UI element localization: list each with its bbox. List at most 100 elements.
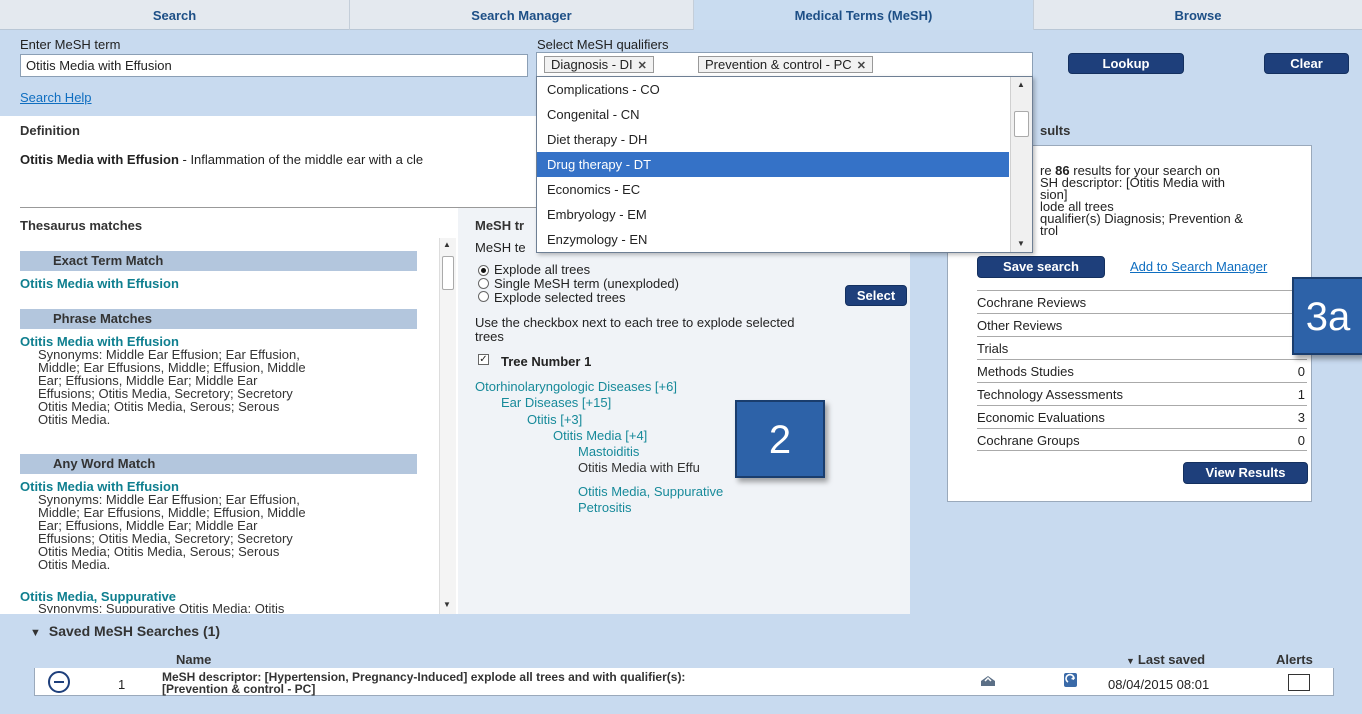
single-term-label: Single MeSH term (unexploded) [494, 276, 679, 291]
results-summary-line: SH descriptor: [Otitis Media with [1040, 175, 1225, 190]
scroll-down-icon[interactable]: ▼ [443, 600, 451, 609]
result-label: Other Reviews [977, 318, 1063, 333]
col-last-saved-label: Last saved [1137, 652, 1206, 667]
qualifier-option-congenital[interactable]: Congenital - CN [537, 102, 1009, 127]
qualifier-tag-diagnosis: Diagnosis - DI ✕ [544, 56, 654, 73]
result-count: 3 [1297, 410, 1305, 425]
qualifiers-select[interactable]: Diagnosis - DI ✕ Prevention & control - P… [536, 52, 1033, 77]
result-row-methods-studies[interactable]: Methods Studies 0 [977, 359, 1307, 382]
clear-button[interactable]: Clear [1264, 53, 1349, 74]
synonym-line: Otitis Media. [38, 412, 111, 427]
result-row-technology-assessments[interactable]: Technology Assessments 1 [977, 382, 1307, 405]
result-count: 0 [1297, 364, 1305, 379]
results-heading: sults [1040, 123, 1071, 138]
synonym-line: Otitis Media. [38, 557, 111, 572]
tree-heading: MeSH tr [475, 218, 525, 233]
select-button[interactable]: Select [845, 285, 907, 306]
phrase-synonyms: Synonyms: Middle Ear Effusion; Ear Effus… [38, 348, 306, 426]
saved-searches-heading[interactable]: ▼ Saved MeSH Searches (1) [30, 623, 220, 639]
run-search-icon[interactable] [979, 672, 997, 688]
scroll-thumb[interactable] [1014, 111, 1029, 137]
qualifiers-label: Select MeSH qualifiers [537, 37, 669, 52]
thesaurus-heading: Thesaurus matches [20, 218, 143, 233]
results-summary-line: trol [1040, 223, 1059, 238]
qualifier-option-embryology[interactable]: Embryology - EM [537, 202, 1009, 227]
tab-bar: Search Search Manager Medical Terms (MeS… [0, 0, 1362, 30]
definition-body: - Inflammation of the middle ear with a … [178, 152, 424, 167]
sort-down-icon: ▼ [1126, 656, 1135, 666]
tree-node-otitis[interactable]: Otitis [+3] [527, 412, 582, 427]
edit-search-icon[interactable] [1062, 671, 1080, 689]
tree-1-checkbox[interactable]: ✓ [478, 354, 489, 365]
result-row-trials[interactable]: Trials7 [977, 336, 1307, 359]
any-word-synonyms-2: Synonyms: Suppurative Otitis Media; Otit… [38, 602, 285, 613]
saved-search-name-line: [Prevention & control - PC] [162, 682, 316, 696]
alert-checkbox[interactable] [1288, 674, 1310, 691]
save-search-button[interactable]: Save search [977, 256, 1105, 278]
tab-search-manager[interactable]: Search Manager [350, 0, 694, 30]
qualifier-option-complications[interactable]: Complications - CO [537, 77, 1009, 102]
tree-number-label: Tree Number 1 [501, 354, 592, 369]
saved-search-name[interactable]: MeSH descriptor: [Hypertension, Pregnanc… [162, 671, 685, 695]
remove-search-icon[interactable] [48, 671, 70, 693]
saved-row-index: 1 [118, 677, 126, 692]
results-summary-line: qualifier(s) Diagnosis; Prevention & [1040, 211, 1244, 226]
add-to-search-manager-link[interactable]: Add to Search Manager [1130, 259, 1267, 274]
mesh-term-label: Enter MeSH term [20, 37, 121, 52]
thesaurus-scrollbar[interactable]: ▲ ▼ [439, 238, 456, 614]
tree-node-ear-diseases[interactable]: Ear Diseases [+15] [501, 395, 611, 410]
collapse-triangle-icon[interactable]: ▼ [30, 627, 41, 639]
scroll-up-icon[interactable]: ▲ [1017, 80, 1025, 89]
qualifier-tag-label: Diagnosis - DI [551, 57, 633, 72]
qualifiers-dropdown: Complications - CO Congenital - CN Diet … [536, 76, 1033, 253]
result-row-other-reviews[interactable]: Other Reviews [977, 313, 1307, 336]
explode-selected-radio[interactable] [478, 291, 489, 302]
lookup-button[interactable]: Lookup [1068, 53, 1184, 74]
remove-tag-icon[interactable]: ✕ [857, 60, 866, 72]
result-label: Economic Evaluations [977, 410, 1105, 425]
tab-medical-terms[interactable]: Medical Terms (MeSH) [694, 0, 1034, 30]
col-name[interactable]: Name [176, 652, 211, 667]
view-results-button[interactable]: View Results [1183, 462, 1308, 484]
result-count: 1 [1297, 387, 1305, 402]
qualifier-option-enzymology[interactable]: Enzymology - EN [537, 227, 1009, 252]
tab-search[interactable]: Search [0, 0, 350, 30]
qualifier-option-economics[interactable]: Economics - EC [537, 177, 1009, 202]
tree-node-otorhinolaryngologic[interactable]: Otorhinolaryngologic Diseases [+6] [475, 379, 677, 394]
scroll-down-icon[interactable]: ▼ [1017, 239, 1025, 248]
saved-date: 08/04/2015 08:01 [1108, 677, 1210, 692]
col-last-saved[interactable]: ▼ Last saved [1126, 652, 1205, 667]
result-count: 0 [1297, 433, 1305, 448]
annotation-badge-3a: 3a [1292, 277, 1362, 355]
tree-subheading: MeSH te [475, 240, 526, 255]
qualifier-option-drug-therapy[interactable]: Drug therapy - DT [537, 152, 1009, 177]
single-term-radio[interactable] [478, 278, 489, 289]
instruction-line: trees [475, 329, 504, 344]
result-label: Trials [977, 341, 1009, 356]
tree-node-otitis-media[interactable]: Otitis Media [+4] [553, 428, 647, 443]
tab-browse[interactable]: Browse [1034, 0, 1362, 30]
col-alerts: Alerts [1276, 652, 1313, 667]
any-word-match-heading: Any Word Match [20, 454, 417, 474]
saved-searches-title: Saved MeSH Searches (1) [48, 623, 221, 639]
explode-all-label: Explode all trees [494, 262, 591, 277]
definition-term: Otitis Media with Effusion [20, 152, 179, 167]
search-help-link[interactable]: Search Help [20, 90, 92, 105]
exact-match-term[interactable]: Otitis Media with Effusion [20, 276, 179, 291]
instruction-line: Use the checkbox next to each tree to ex… [475, 315, 795, 330]
tree-node-mastoiditis[interactable]: Mastoiditis [578, 444, 639, 459]
definition-text: Otitis Media with Effusion - Inflammatio… [20, 152, 423, 167]
phrase-match-heading: Phrase Matches [20, 309, 417, 329]
explode-all-radio[interactable] [478, 265, 489, 276]
result-row-cochrane-groups[interactable]: Cochrane Groups 0 [977, 428, 1307, 451]
scroll-up-icon[interactable]: ▲ [443, 240, 451, 249]
remove-tag-icon[interactable]: ✕ [638, 60, 647, 72]
result-row-cochrane-reviews[interactable]: Cochrane Reviews [977, 290, 1307, 313]
tree-node-otitis-media-suppurative[interactable]: Otitis Media, Suppurative [578, 484, 723, 499]
mesh-term-input[interactable]: Otitis Media with Effusion [20, 54, 528, 77]
tree-node-petrositis[interactable]: Petrositis [578, 500, 631, 515]
qualifier-option-diet-therapy[interactable]: Diet therapy - DH [537, 127, 1009, 152]
dropdown-scrollbar[interactable]: ▲ ▼ [1010, 77, 1032, 252]
result-row-economic-evaluations[interactable]: Economic Evaluations 3 [977, 405, 1307, 428]
scroll-thumb[interactable] [442, 256, 454, 290]
